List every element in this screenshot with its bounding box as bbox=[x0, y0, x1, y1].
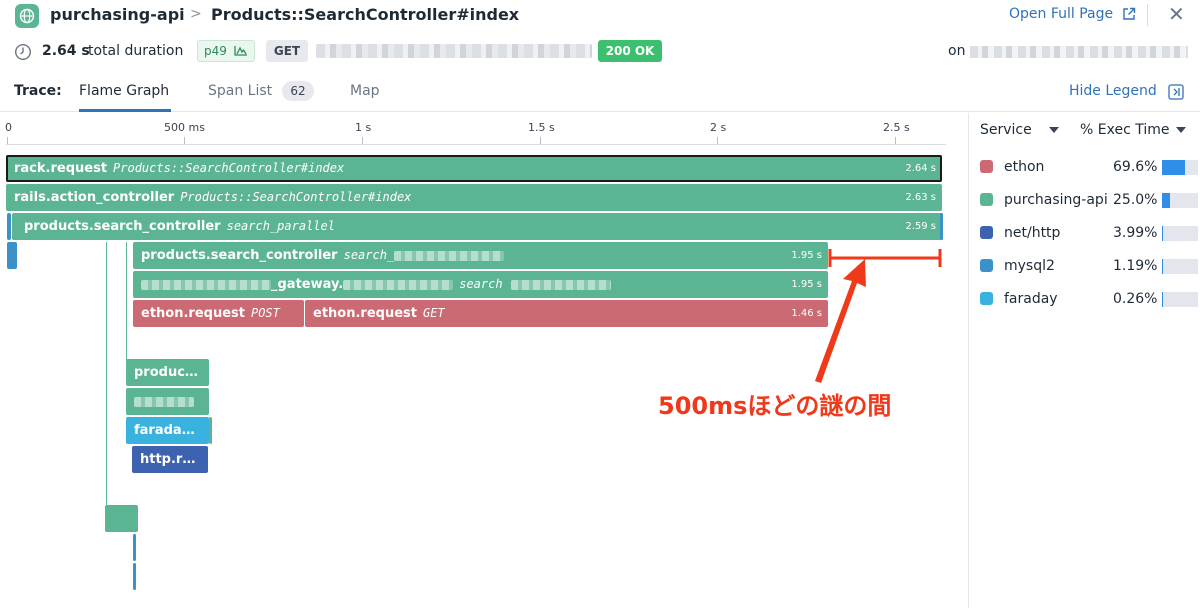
trace-header: purchasing-api > Products::SearchControl… bbox=[0, 0, 1200, 30]
trace-label: Trace: bbox=[14, 83, 62, 99]
redacted-host bbox=[970, 46, 1188, 58]
legend-percent: 0.26% bbox=[1113, 291, 1158, 307]
legend-bar bbox=[1162, 226, 1198, 241]
view-tabs: Trace: Flame Graph Span List 62 Map Hide… bbox=[0, 76, 1200, 112]
tab-flame-graph[interactable]: Flame Graph bbox=[79, 83, 169, 99]
globe-icon bbox=[15, 4, 39, 28]
legend-col-service[interactable]: Service bbox=[980, 122, 1032, 138]
span-count-badge: 62 bbox=[282, 81, 314, 101]
legend-bar bbox=[1162, 160, 1198, 175]
service-color-swatch bbox=[980, 259, 993, 272]
distribution-icon bbox=[234, 46, 247, 56]
percentile-badge[interactable]: p49 bbox=[197, 40, 255, 62]
legend-service: purchasing-api bbox=[1004, 192, 1108, 208]
legend-row[interactable]: faraday 0.26% bbox=[969, 286, 1200, 312]
sort-caret-icon[interactable] bbox=[1176, 127, 1186, 133]
legend-col-exec-time[interactable]: % Exec Time bbox=[1080, 122, 1169, 138]
legend-service: faraday bbox=[1004, 291, 1058, 307]
collapse-panel-icon[interactable] bbox=[1168, 84, 1184, 104]
tab-map[interactable]: Map bbox=[350, 83, 380, 99]
active-tab-indicator bbox=[79, 109, 171, 112]
total-duration-label: total duration bbox=[88, 43, 184, 59]
legend-bar bbox=[1162, 259, 1198, 274]
legend-row[interactable]: mysql2 1.19% bbox=[969, 253, 1200, 279]
http-method-badge: GET bbox=[266, 40, 308, 62]
hide-legend-button[interactable]: Hide Legend bbox=[1069, 83, 1157, 99]
external-link-icon[interactable] bbox=[1122, 6, 1136, 25]
service-color-swatch bbox=[980, 292, 993, 305]
legend-panel: Service % Exec Time ethon 69.6% purchasi… bbox=[968, 113, 1200, 608]
legend-percent: 25.0% bbox=[1113, 192, 1158, 208]
annotation-text: 500msほどの謎の間 bbox=[658, 392, 892, 420]
legend-row[interactable]: ethon 69.6% bbox=[969, 154, 1200, 180]
clock-icon bbox=[14, 43, 32, 65]
header-divider bbox=[1147, 4, 1148, 26]
legend-row[interactable]: purchasing-api 25.0% bbox=[969, 187, 1200, 213]
percentile-label: p49 bbox=[204, 44, 227, 58]
service-color-swatch bbox=[980, 160, 993, 173]
tab-span-list[interactable]: Span List bbox=[208, 83, 272, 99]
trace-meta: 2.64 s total duration p49 GET 200 OK on bbox=[0, 38, 1200, 66]
legend-bar bbox=[1162, 292, 1198, 307]
legend-percent: 1.19% bbox=[1113, 258, 1158, 274]
legend-percent: 3.99% bbox=[1113, 225, 1158, 241]
open-full-page-link[interactable]: Open Full Page bbox=[1009, 6, 1113, 22]
legend-service: mysql2 bbox=[1004, 258, 1055, 274]
service-color-swatch bbox=[980, 226, 993, 239]
legend-service: ethon bbox=[1004, 159, 1045, 175]
service-link[interactable]: purchasing-api bbox=[50, 5, 185, 24]
redacted-url bbox=[316, 44, 592, 58]
total-duration-value: 2.64 s bbox=[42, 43, 90, 59]
legend-bar bbox=[1162, 193, 1198, 208]
resource-title: Products::SearchController#index bbox=[211, 5, 520, 24]
flame-graph[interactable]: 0 500 ms 1 s 1.5 s 2 s 2.5 s rack.reques… bbox=[0, 113, 968, 608]
legend-percent: 69.6% bbox=[1113, 159, 1158, 175]
host-on-label: on bbox=[948, 43, 966, 59]
sort-caret-icon[interactable] bbox=[1049, 127, 1059, 133]
service-color-swatch bbox=[980, 193, 993, 206]
legend-row[interactable]: net/http 3.99% bbox=[969, 220, 1200, 246]
breadcrumb-separator: > bbox=[190, 6, 202, 22]
status-code-badge: 200 OK bbox=[598, 40, 662, 62]
gap-annotation bbox=[815, 249, 942, 383]
legend-service: net/http bbox=[1004, 225, 1061, 241]
close-button[interactable]: ✕ bbox=[1168, 2, 1185, 26]
